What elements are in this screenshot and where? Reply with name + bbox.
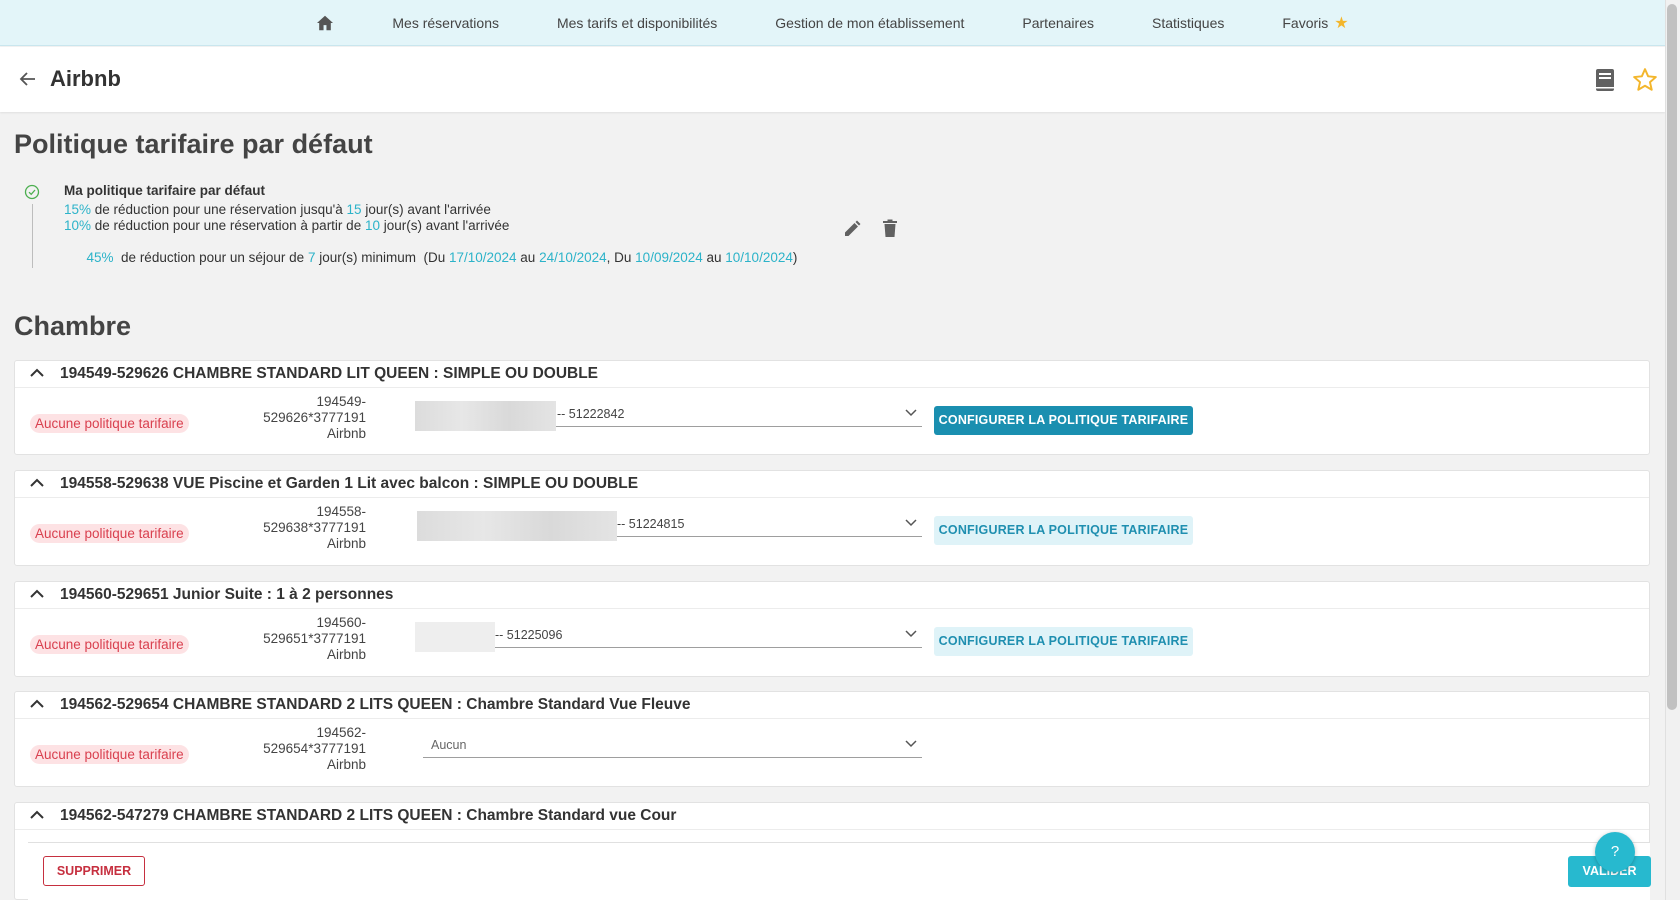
page-title: Airbnb	[50, 66, 121, 91]
nav-partenaires[interactable]: Partenaires	[1022, 15, 1094, 31]
status-badge: Aucune politique tarifaire	[30, 524, 189, 543]
room-card: 194562-529654 CHAMBRE STANDARD 2 LITS QU…	[14, 691, 1650, 787]
nav-statistiques[interactable]: Statistiques	[1152, 15, 1224, 31]
policy-title: Ma politique tarifaire par défaut	[64, 183, 266, 198]
configure-policy-button[interactable]: CONFIGURER LA POLITIQUE TARIFAIRE	[934, 516, 1193, 545]
nav-favoris[interactable]: Favoris ★	[1282, 13, 1348, 33]
configure-policy-button[interactable]: CONFIGURER LA POLITIQUE TARIFAIRE	[934, 627, 1193, 656]
back-arrow-icon[interactable]	[18, 69, 38, 89]
room-title: 194562-529654 CHAMBRE STANDARD 2 LITS QU…	[60, 696, 691, 713]
configure-policy-button[interactable]: CONFIGURER LA POLITIQUE TARIFAIRE	[934, 406, 1193, 435]
room-identifier: 194562- 529654*3777191 Airbnb	[263, 725, 366, 772]
chevron-down-icon	[905, 519, 917, 527]
policy-rule-3: 45% de réduction pour un séjour de 7 jou…	[86, 250, 798, 265]
chevron-up-icon[interactable]	[29, 477, 45, 489]
default-policy: Ma politique tarifaire par défaut 15% de…	[20, 182, 920, 268]
top-navigation: Mes réservations Mes tarifs et disponibi…	[0, 0, 1665, 46]
nav-tarifs[interactable]: Mes tarifs et disponibilités	[557, 15, 717, 31]
home-icon	[317, 15, 334, 30]
status-badge: Aucune politique tarifaire	[30, 745, 189, 764]
book-icon[interactable]	[1594, 68, 1616, 92]
room-identifier: 194558- 529638*3777191 Airbnb	[263, 504, 366, 551]
chevron-down-icon	[905, 409, 917, 417]
timeline-line	[32, 204, 33, 268]
room-header[interactable]: 194562-547279 CHAMBRE STANDARD 2 LITS QU…	[15, 803, 1649, 830]
room-title: 194562-547279 CHAMBRE STANDARD 2 LITS QU…	[60, 807, 677, 824]
action-bar	[28, 842, 1650, 900]
status-badge: Aucune politique tarifaire	[30, 635, 189, 654]
nav-home[interactable]	[316, 15, 334, 31]
redacted-text	[415, 401, 556, 431]
policy-rule-2: 10% de réduction pour une réservation à …	[64, 218, 510, 233]
policy-heading: Politique tarifaire par défaut	[14, 129, 373, 159]
redacted-text	[417, 511, 617, 541]
room-header[interactable]: 194562-529654 CHAMBRE STANDARD 2 LITS QU…	[15, 692, 1649, 719]
room-title: 194560-529651 Junior Suite : 1 à 2 perso…	[60, 586, 394, 603]
chevron-up-icon[interactable]	[29, 809, 45, 821]
chevron-up-icon[interactable]	[29, 698, 45, 710]
listing-select[interactable]: -- 51224815	[417, 511, 922, 541]
help-button[interactable]: ?	[1595, 832, 1635, 872]
star-filled-icon: ★	[1334, 14, 1349, 32]
room-header[interactable]: 194558-529638 VUE Piscine et Garden 1 Li…	[15, 471, 1649, 498]
status-badge: Aucune politique tarifaire	[30, 414, 189, 433]
room-card: 194549-529626 CHAMBRE STANDARD LIT QUEEN…	[14, 360, 1650, 455]
nav-gestion[interactable]: Gestion de mon établissement	[775, 15, 964, 31]
listing-select[interactable]: -- 51222842	[415, 401, 922, 431]
room-title: 194558-529638 VUE Piscine et Garden 1 Li…	[60, 475, 639, 492]
rooms-heading: Chambre	[14, 311, 132, 341]
room-header[interactable]: 194549-529626 CHAMBRE STANDARD LIT QUEEN…	[15, 361, 1649, 388]
redacted-text	[415, 622, 495, 652]
room-identifier: 194549- 529626*3777191 Airbnb	[263, 394, 366, 441]
chevron-down-icon	[905, 630, 917, 638]
chevron-up-icon[interactable]	[29, 588, 45, 600]
trash-icon[interactable]	[882, 219, 898, 238]
listing-select[interactable]: Aucun	[423, 732, 922, 758]
room-identifier: 194560- 529651*3777191 Airbnb	[263, 615, 366, 662]
delete-button[interactable]: SUPPRIMER	[43, 856, 145, 886]
room-title: 194549-529626 CHAMBRE STANDARD LIT QUEEN…	[60, 365, 599, 382]
chevron-up-icon[interactable]	[29, 367, 45, 379]
policy-text: Ma politique tarifaire par défaut 15% de…	[64, 183, 797, 282]
room-card: 194558-529638 VUE Piscine et Garden 1 Li…	[14, 470, 1650, 566]
page-header: Airbnb	[0, 47, 1665, 112]
star-outline-icon[interactable]	[1632, 67, 1658, 93]
listing-select[interactable]: -- 51225096	[415, 622, 922, 652]
policy-rule-1: 15% de réduction pour une réservation ju…	[64, 202, 491, 217]
room-header[interactable]: 194560-529651 Junior Suite : 1 à 2 perso…	[15, 582, 1649, 609]
edit-pencil-icon[interactable]	[843, 220, 861, 238]
check-circle-icon	[24, 184, 40, 200]
chevron-down-icon	[905, 740, 917, 748]
nav-reservations[interactable]: Mes réservations	[392, 15, 499, 31]
scrollbar-thumb[interactable]	[1667, 4, 1677, 710]
room-card: 194560-529651 Junior Suite : 1 à 2 perso…	[14, 581, 1650, 677]
